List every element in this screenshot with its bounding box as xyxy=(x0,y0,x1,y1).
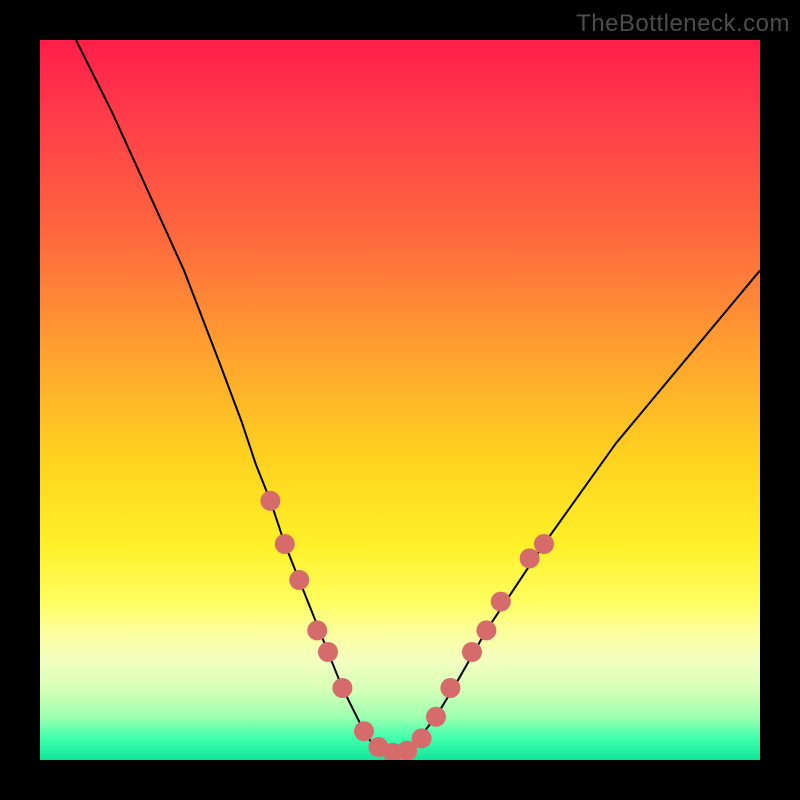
highlight-dot xyxy=(307,620,327,640)
highlight-dot xyxy=(332,678,352,698)
chart-frame: TheBottleneck.com xyxy=(0,0,800,800)
watermark-text: TheBottleneck.com xyxy=(576,10,790,38)
highlight-dot xyxy=(354,721,374,741)
highlight-dot xyxy=(462,642,482,662)
highlight-dot xyxy=(412,728,432,748)
curve-svg xyxy=(40,40,760,760)
highlight-dot xyxy=(426,707,446,727)
highlight-dot xyxy=(260,491,280,511)
highlight-dot xyxy=(318,642,338,662)
highlight-dot xyxy=(491,592,511,612)
highlight-dot xyxy=(534,534,554,554)
plot-area xyxy=(40,40,760,760)
bottleneck-curve xyxy=(76,40,760,753)
highlight-dot xyxy=(275,534,295,554)
highlight-dot xyxy=(289,570,309,590)
highlight-dot xyxy=(440,678,460,698)
highlight-dot xyxy=(476,620,496,640)
highlight-dot xyxy=(520,548,540,568)
highlight-dots-group xyxy=(260,491,554,760)
